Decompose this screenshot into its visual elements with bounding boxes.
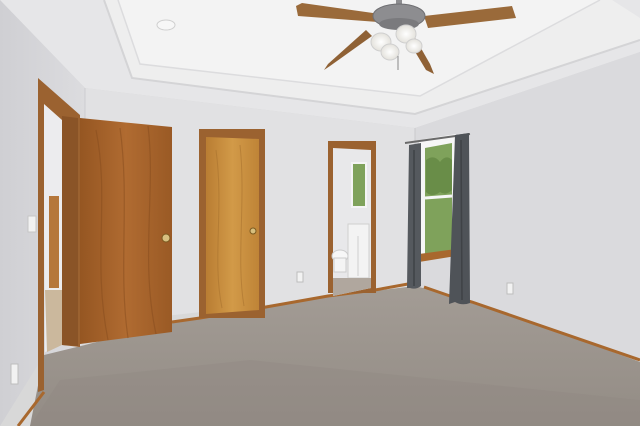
left-doorway-hall-floor	[45, 290, 62, 352]
closet-door-knob	[249, 227, 257, 235]
left-swing-door	[80, 118, 172, 344]
left-door-frame-inner	[62, 116, 78, 346]
fan-light-4	[405, 38, 423, 54]
closet-door	[206, 137, 259, 314]
bathroom-window	[351, 162, 367, 208]
smoke-detector	[156, 19, 176, 31]
outlet-right-wall	[506, 282, 514, 295]
window-mullion	[424, 194, 453, 200]
outlet-back-wall	[296, 271, 304, 283]
bedroom-photo	[0, 0, 640, 426]
left-doorway-hall-door	[49, 196, 59, 288]
toilet-base	[333, 257, 347, 273]
light-switch-plate	[27, 215, 37, 233]
window-foliage	[426, 157, 452, 195]
left-door-knob	[161, 233, 171, 243]
fan-light-3	[380, 43, 400, 61]
outlet-left-wall	[10, 363, 19, 385]
